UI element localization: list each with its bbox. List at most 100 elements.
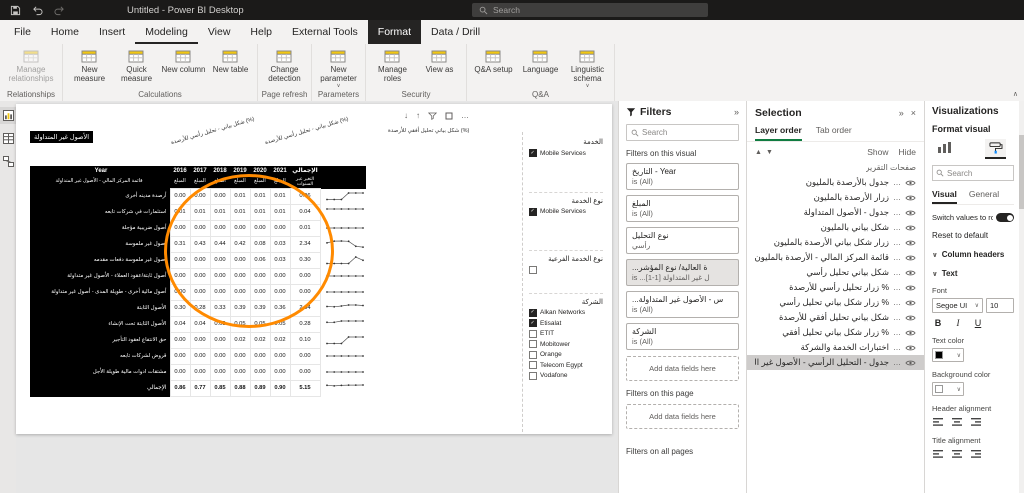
matrix-cell[interactable]: 0.06 — [249, 252, 271, 269]
matrix-cell[interactable]: 0.43 — [189, 236, 211, 253]
reset-to-default-button[interactable]: Reset to default — [932, 231, 1014, 240]
checkbox-icon[interactable] — [529, 329, 537, 338]
selection-item[interactable]: جدول - الأصول المتداولة… — [747, 205, 924, 220]
ribbon-button-manage-relationships[interactable]: Manage relationships — [3, 45, 59, 84]
matrix-cell[interactable]: 0.00 — [249, 284, 271, 301]
text-color-dropdown[interactable]: ∨ — [932, 348, 964, 362]
matrix-cell[interactable]: 0.03 — [269, 236, 291, 253]
show-all-button[interactable]: Show — [867, 147, 888, 157]
matrix-cell[interactable]: 0.05 — [249, 316, 271, 333]
matrix-row-label[interactable]: أرصدة مدينه أخرى — [30, 188, 170, 205]
visibility-eye-icon[interactable] — [905, 224, 916, 232]
ribbon-button-new-measure[interactable]: New measure — [66, 45, 113, 84]
ribbon-button-manage-roles[interactable]: Manage roles — [369, 45, 416, 84]
matrix-cell[interactable]: 0.44 — [209, 236, 231, 253]
filter-card[interactable]: الشركة is (All) — [626, 323, 739, 350]
matrix-total-cell[interactable]: 0.10 — [289, 332, 321, 349]
visibility-eye-icon[interactable] — [905, 344, 916, 352]
matrix-cell[interactable]: 0.00 — [189, 188, 211, 205]
matrix-cell[interactable]: 0.85 — [209, 380, 231, 397]
matrix-cell[interactable]: 0.01 — [249, 204, 271, 221]
matrix-cell[interactable]: 0.00 — [229, 268, 251, 285]
matrix-cell[interactable]: 0.42 — [229, 236, 251, 253]
drill-down-icon[interactable]: ↓ — [404, 111, 408, 120]
move-layer-up-icon[interactable]: ▲ — [755, 149, 766, 156]
visibility-eye-icon[interactable] — [905, 329, 916, 337]
visibility-eye-icon[interactable] — [905, 209, 916, 217]
format-visual-icon[interactable] — [985, 139, 1006, 159]
drill-up-icon[interactable]: ↑ — [416, 111, 420, 120]
matrix-cell[interactable]: 0.01 — [269, 204, 291, 221]
ribbon-button-new-parameter[interactable]: New parameter ∨ — [315, 45, 362, 89]
ribbon-tab-format[interactable]: Format — [367, 20, 422, 44]
matrix-cell[interactable]: 0.86 — [169, 380, 191, 397]
matrix-total-cell[interactable]: 5.15 — [289, 380, 321, 397]
matrix-total-cell[interactable]: 0.00 — [289, 268, 321, 285]
matrix-row-label[interactable]: مشتقات ادوات مالية طويلة الأجل — [30, 364, 170, 381]
matrix-cell[interactable]: 0.00 — [229, 284, 251, 301]
bold-button[interactable]: B — [932, 318, 944, 328]
matrix-grand-total-label[interactable]: الإجمالي — [30, 380, 170, 397]
selection-item[interactable]: قائمة المركز المالي - الأرصدة بالمليون… — [747, 250, 924, 265]
matrix-cell[interactable]: 0.00 — [229, 348, 251, 365]
matrix-cell[interactable]: 0.00 — [269, 348, 291, 365]
matrix-cell[interactable]: 0.00 — [169, 220, 191, 237]
ribbon-tab-data-drill[interactable]: Data / Drill — [421, 20, 490, 44]
chevron-down-icon[interactable]: ∨ — [932, 251, 938, 259]
matrix-row-label[interactable]: قروض لشركات تابعه — [30, 348, 170, 365]
checkbox-icon[interactable] — [529, 350, 537, 359]
font-family-dropdown[interactable]: Segoe UI ∨ — [932, 298, 983, 313]
matrix-cell[interactable]: 0.33 — [209, 300, 231, 317]
matrix-cell[interactable]: 0.00 — [189, 364, 211, 381]
undo-icon[interactable] — [32, 5, 43, 16]
format-search-input[interactable]: Search — [932, 165, 1014, 181]
more-options-icon[interactable]: … — [893, 328, 901, 337]
align-left-button[interactable] — [932, 449, 945, 460]
tab-visual[interactable]: Visual — [932, 189, 957, 204]
matrix-cell[interactable]: 0.02 — [249, 332, 271, 349]
add-data-fields-dropzone[interactable]: Add data fields here — [626, 356, 739, 381]
checkbox-icon[interactable] — [529, 361, 537, 369]
visibility-eye-icon[interactable] — [905, 179, 916, 187]
titlebar-search-input[interactable]: Search — [472, 3, 708, 17]
matrix-cell[interactable]: 0.00 — [169, 364, 191, 381]
matrix-cell[interactable]: 0.00 — [269, 220, 291, 237]
matrix-cell[interactable]: 0.30 — [169, 300, 191, 317]
matrix-cell[interactable]: 0.00 — [209, 364, 231, 381]
selection-item[interactable]: جدول بالأرصدة بالمليون… — [747, 175, 924, 190]
scrollbar-thumb[interactable] — [1019, 135, 1024, 209]
selection-item[interactable]: اختبارات الخدمة والشركة… — [747, 340, 924, 355]
ribbon-button-new-column[interactable]: New column — [160, 45, 207, 75]
align-center-button[interactable] — [951, 417, 964, 428]
ribbon-tab-modeling[interactable]: Modeling — [135, 20, 198, 44]
selection-item[interactable]: زرار الأرصدة بالمليون… — [747, 190, 924, 205]
matrix-total-cell[interactable]: 0.00 — [289, 284, 321, 301]
checkbox-checked-icon[interactable] — [529, 207, 537, 216]
visibility-eye-icon[interactable] — [905, 284, 916, 292]
ribbon-button-language[interactable]: Language — [517, 45, 564, 75]
matrix-cell[interactable]: 0.00 — [209, 348, 231, 365]
more-options-icon[interactable]: … — [893, 238, 901, 247]
slicer-option[interactable]: Mobile Services — [529, 207, 603, 216]
matrix-row-label[interactable]: استثمارات في شركات تابعه — [30, 204, 170, 221]
matrix-cell[interactable]: 0.00 — [189, 268, 211, 285]
checkbox-icon[interactable] — [529, 340, 537, 348]
matrix-cell[interactable]: 0.00 — [169, 332, 191, 349]
ribbon-button-quick-measure[interactable]: Quick measure — [113, 45, 160, 84]
matrix-cell[interactable]: 0.08 — [249, 236, 271, 253]
matrix-total-cell[interactable]: 0.01 — [289, 220, 321, 237]
add-data-fields-dropzone[interactable]: Add data fields here — [626, 404, 739, 429]
matrix-total-cell[interactable]: 0.04 — [289, 204, 321, 221]
selection-item[interactable]: % زرار شكل بياني تحليل رأسي… — [747, 295, 924, 310]
matrix-total-cell[interactable]: 2.34 — [289, 236, 321, 253]
report-view-icon[interactable] — [0, 107, 16, 124]
chevron-down-icon[interactable]: ∨ — [932, 270, 938, 278]
matrix-cell[interactable]: 0.00 — [189, 220, 211, 237]
selection-item[interactable]: شكل بياني تحليل أفقي للأرصدة… — [747, 310, 924, 325]
matrix-cell[interactable]: 0.00 — [189, 332, 211, 349]
matrix-cell[interactable]: 0.01 — [249, 188, 271, 205]
matrix-row-label[interactable]: حق الانتفاع لعقود التأجير — [30, 332, 170, 349]
ribbon-button-new-table[interactable]: New table — [207, 45, 254, 75]
more-options-icon[interactable]: … — [893, 208, 901, 217]
matrix-cell[interactable]: 0.00 — [249, 268, 271, 285]
